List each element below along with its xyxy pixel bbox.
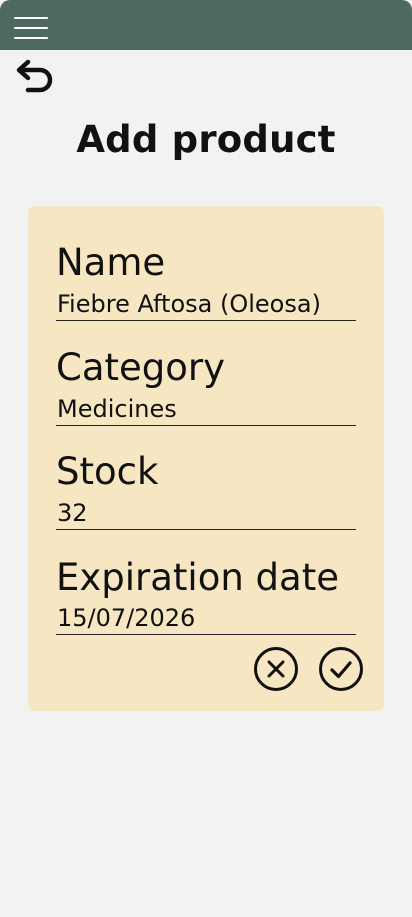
category-field[interactable]: Medicines — [56, 394, 356, 426]
expiration-date-label: Expiration date — [56, 556, 339, 599]
page-title: Add product — [76, 118, 336, 161]
cancel-button[interactable] — [253, 646, 299, 692]
stock-label: Stock — [56, 450, 159, 493]
back-arrow-icon[interactable] — [14, 58, 58, 94]
name-field[interactable]: Fiebre Aftosa (Oleosa) — [56, 289, 356, 321]
name-label: Name — [56, 241, 166, 284]
circle-x-icon — [254, 647, 298, 691]
category-label: Category — [56, 346, 226, 389]
confirm-button[interactable] — [318, 646, 364, 692]
top-app-bar — [0, 0, 412, 50]
expiration-date-field[interactable]: 15/07/2026 — [56, 603, 356, 635]
stock-field[interactable]: 32 — [56, 498, 356, 530]
hamburger-menu-icon[interactable] — [14, 17, 48, 39]
circle-check-icon — [319, 647, 363, 691]
product-form-card: Name Fiebre Aftosa (Oleosa) Category Med… — [28, 206, 384, 711]
